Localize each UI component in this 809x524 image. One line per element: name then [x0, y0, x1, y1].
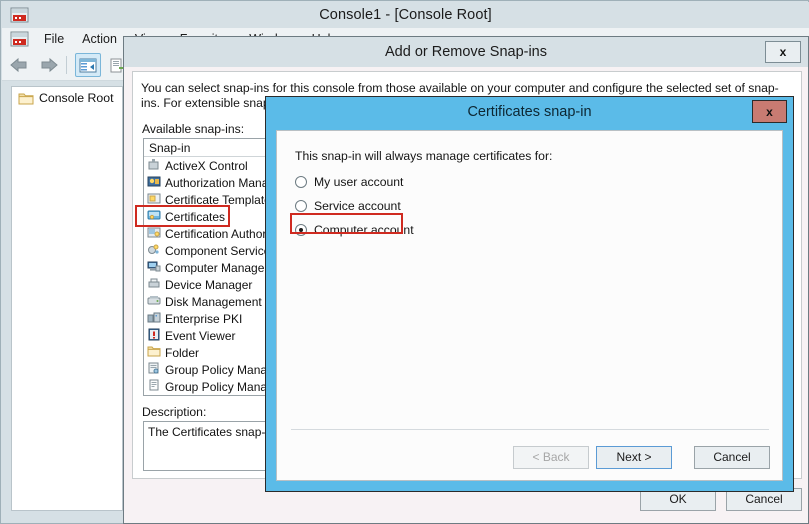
- close-icon[interactable]: x: [765, 41, 801, 63]
- console-icon[interactable]: [10, 7, 29, 24]
- description-box: The Certificates snap-in a: [143, 421, 269, 471]
- snapin-label: Folder: [165, 346, 199, 360]
- snapin-label: Disk Management: [165, 295, 262, 309]
- certificates-title-bar[interactable]: Certificates snap-in x: [266, 97, 793, 127]
- certificates-question-label: This snap-in will always manage certific…: [295, 149, 552, 163]
- snapin-list-item[interactable]: Certificates: [144, 208, 268, 225]
- radio-dot-icon[interactable]: [295, 176, 307, 188]
- authorization-manager-icon: [147, 175, 161, 191]
- device-manager-icon: [147, 277, 161, 293]
- radio-label: Service account: [314, 199, 401, 213]
- snapin-label: Authorization Manag.: [165, 176, 269, 190]
- add-remove-title-bar[interactable]: Add or Remove Snap-ins x: [124, 37, 808, 67]
- snapin-list-item[interactable]: Enterprise PKI: [144, 310, 268, 327]
- tree-node-console-root[interactable]: Console Root: [12, 87, 122, 109]
- radio-dot-selected-icon[interactable]: [295, 224, 307, 236]
- snapin-label: Device Manager: [165, 278, 252, 292]
- snapin-label: Certification Authorit: [165, 227, 269, 241]
- snapin-list-item[interactable]: Computer Managem.: [144, 259, 268, 276]
- group-policy-management-icon: [147, 362, 161, 378]
- console-small-icon: [10, 31, 29, 48]
- enterprise-pki-icon: [147, 311, 161, 327]
- snapin-label: Certificate Templates: [165, 193, 269, 207]
- snapin-list-item[interactable]: ActiveX Control: [144, 157, 268, 174]
- snapin-label: Certificates: [165, 210, 225, 224]
- snapin-list-item[interactable]: Authorization Manag.: [144, 174, 268, 191]
- back-button[interactable]: < Back: [513, 446, 589, 469]
- computer-management-icon: [147, 260, 161, 276]
- console-title: Console1 - [Console Root]: [319, 7, 492, 23]
- snapin-label: Enterprise PKI: [165, 312, 242, 326]
- snapin-list-item[interactable]: Certificate Templates: [144, 191, 268, 208]
- disk-management-icon: [147, 294, 161, 310]
- close-icon[interactable]: x: [752, 100, 787, 123]
- snapin-label: Event Viewer: [165, 329, 235, 343]
- folder-icon: [147, 345, 161, 361]
- snapin-list-item[interactable]: Disk Management: [144, 293, 268, 310]
- add-remove-title: Add or Remove Snap-ins: [385, 44, 547, 60]
- forward-arrow-icon[interactable]: [36, 53, 62, 77]
- radio-my-user-account[interactable]: My user account: [295, 175, 403, 189]
- footer-divider: [291, 429, 769, 430]
- radio-dot-icon[interactable]: [295, 200, 307, 212]
- event-viewer-icon: [147, 328, 161, 344]
- radio-service-account[interactable]: Service account: [295, 199, 401, 213]
- snapin-label: Computer Managem.: [165, 261, 269, 275]
- snapin-column-header[interactable]: Snap-in: [144, 139, 268, 157]
- cancel-button[interactable]: Cancel: [694, 446, 770, 469]
- certificates-body: This snap-in will always manage certific…: [276, 130, 783, 481]
- snapin-label: Component Services: [165, 244, 269, 258]
- certificates-title: Certificates snap-in: [467, 104, 591, 120]
- component-services-icon: [147, 243, 161, 259]
- menu-action[interactable]: Action: [73, 30, 126, 48]
- snapin-rows-container: ActiveX Control Authorization Manag. Certi…: [144, 157, 268, 395]
- radio-label: My user account: [314, 175, 403, 189]
- snapin-list-item[interactable]: Group Policy Manag.: [144, 361, 268, 378]
- snapin-label: Group Policy Manag.: [165, 363, 269, 377]
- radio-computer-account[interactable]: Computer account: [295, 223, 414, 237]
- snapin-label: Group Policy Manag.: [165, 380, 269, 394]
- console-tree-pane[interactable]: Console Root: [11, 86, 123, 511]
- toolbar-separator-1: [66, 56, 67, 74]
- snapin-list-item[interactable]: Folder: [144, 344, 268, 361]
- snapin-list-item[interactable]: Certification Authorit: [144, 225, 268, 242]
- console-title-bar[interactable]: Console1 - [Console Root]: [2, 2, 809, 28]
- certificate-templates-icon: [147, 192, 161, 208]
- certificates-footer: < Back Next > Cancel: [277, 441, 784, 473]
- snapin-list-item[interactable]: Group Policy Manag.: [144, 378, 268, 395]
- group-policy-object-icon: [147, 379, 161, 395]
- radio-label: Computer account: [314, 223, 414, 237]
- tree-node-label: Console Root: [39, 91, 114, 105]
- back-arrow-icon[interactable]: [6, 53, 32, 77]
- activex-icon: [147, 158, 161, 174]
- description-label: Description:: [142, 405, 206, 419]
- snapin-label: ActiveX Control: [165, 159, 248, 173]
- certificates-snapin-dialog: Certificates snap-in x This snap-in will…: [265, 96, 794, 492]
- show-hide-console-tree-icon[interactable]: [75, 53, 101, 77]
- available-snapins-label: Available snap-ins:: [142, 122, 244, 136]
- certificates-icon: [147, 209, 161, 225]
- certification-authority-icon: [147, 226, 161, 242]
- next-button[interactable]: Next >: [596, 446, 672, 469]
- snapin-list-item[interactable]: Device Manager: [144, 276, 268, 293]
- snapin-list-item[interactable]: Event Viewer: [144, 327, 268, 344]
- folder-icon: [18, 92, 34, 105]
- menu-file[interactable]: File: [35, 30, 73, 48]
- available-snapins-list[interactable]: Snap-in ActiveX Control Authorization Man…: [143, 138, 269, 396]
- snapin-list-item[interactable]: Component Services: [144, 242, 268, 259]
